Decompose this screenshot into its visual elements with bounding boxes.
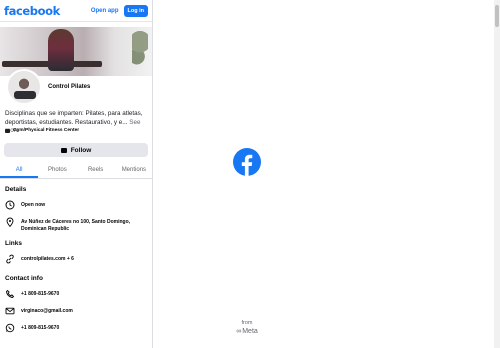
details-title: Details xyxy=(5,186,27,193)
top-actions: Open app Log in xyxy=(91,4,148,17)
splash-area xyxy=(153,0,500,348)
category-row: Gym/Physical Fitness Center xyxy=(5,128,79,133)
tab-mentions[interactable]: Mentions xyxy=(115,163,152,178)
profile-tabs: All Photos Reels Mentions xyxy=(0,163,152,179)
meta-wordmark: Meta xyxy=(242,328,258,335)
briefcase-icon xyxy=(5,128,10,133)
follow-label: Follow xyxy=(70,146,92,154)
meta-logo: ∞ Meta xyxy=(232,328,262,335)
facebook-logo[interactable]: facebook xyxy=(4,4,60,18)
tab-reels[interactable]: Reels xyxy=(77,163,115,178)
whatsapp-link[interactable]: +1 809-815-9670 xyxy=(21,323,59,332)
scrollbar-thumb[interactable] xyxy=(495,5,499,27)
login-button[interactable]: Log in xyxy=(123,4,148,17)
open-app-link[interactable]: Open app xyxy=(91,8,119,14)
category-label: Gym/Physical Fitness Center xyxy=(13,128,80,133)
scrollbar[interactable] xyxy=(494,0,500,348)
link-icon xyxy=(5,254,15,264)
website-row: controlpilates.com + 6 xyxy=(5,254,150,264)
page-name: Control Pilates xyxy=(48,84,91,90)
phone-row: +1 809-815-9670 xyxy=(5,289,150,299)
mobile-page-panel: facebook Open app Log in Control Pilates… xyxy=(0,0,153,348)
clock-icon xyxy=(5,200,15,210)
about-body: Disciplinas que se imparten: Pilates, pa… xyxy=(5,110,143,126)
cover-plant-shape xyxy=(132,27,148,76)
email-icon xyxy=(5,306,15,316)
whatsapp-icon xyxy=(5,323,15,333)
profile-avatar[interactable] xyxy=(6,69,42,105)
whatsapp-row: +1 809-815-9670 xyxy=(5,323,150,333)
facebook-f-icon xyxy=(233,148,261,176)
phone-link[interactable]: +1 809-815-9670 xyxy=(21,289,59,298)
cover-person-shape xyxy=(48,29,74,71)
phone-icon xyxy=(5,289,15,299)
email-link[interactable]: virginaco@gmail.com xyxy=(21,306,73,315)
address-row: Av Núñez de Cáceres no 100, Santo Doming… xyxy=(5,217,150,233)
hours-row: Open now xyxy=(5,200,150,210)
location-pin-icon xyxy=(5,217,15,227)
top-bar: facebook Open app Log in xyxy=(0,0,152,22)
website-link[interactable]: controlpilates.com + 6 xyxy=(21,254,74,263)
follow-icon xyxy=(60,147,67,153)
hours-text: Open now xyxy=(21,201,46,208)
from-label: from xyxy=(241,320,253,326)
address-text[interactable]: Av Núñez de Cáceres no 100, Santo Doming… xyxy=(21,217,150,233)
email-row: virginaco@gmail.com xyxy=(5,306,150,316)
follow-button[interactable]: Follow xyxy=(4,143,148,157)
links-title: Links xyxy=(5,240,22,247)
meta-infinity-icon: ∞ xyxy=(236,328,242,335)
tab-all[interactable]: All xyxy=(0,163,39,178)
contact-title: Contact info xyxy=(5,275,43,282)
tab-photos[interactable]: Photos xyxy=(38,163,76,178)
